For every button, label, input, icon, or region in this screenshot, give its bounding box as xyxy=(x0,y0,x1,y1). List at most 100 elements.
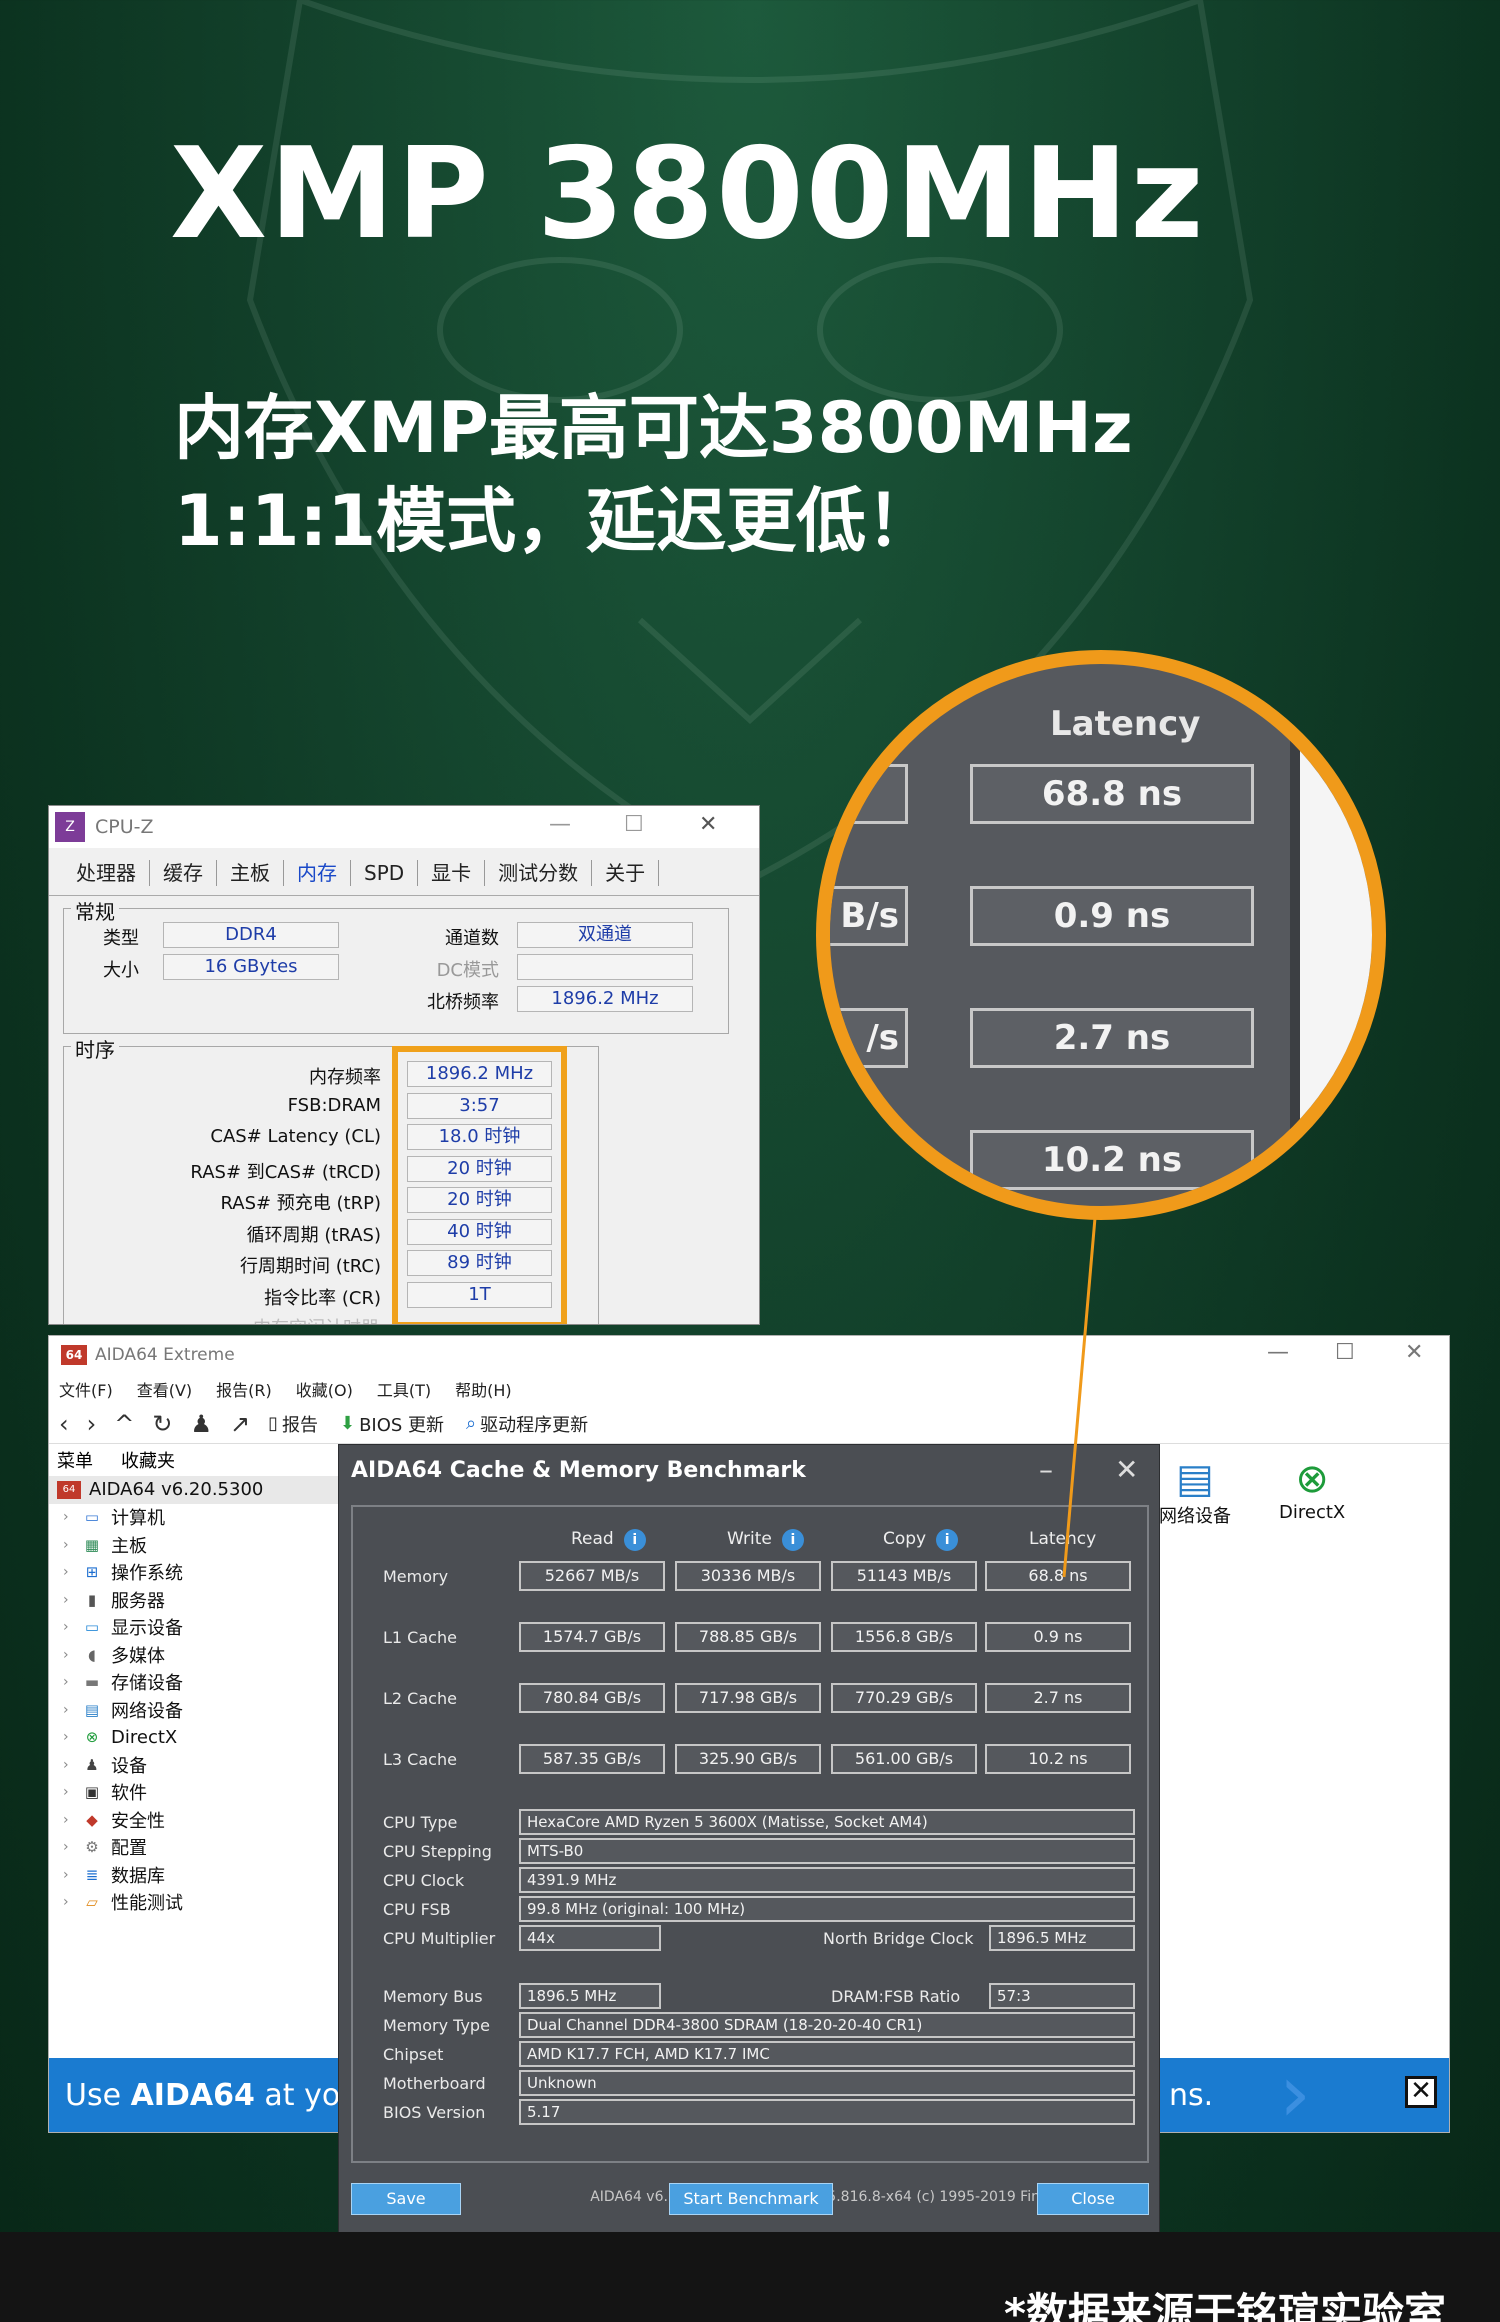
cpu-fsb-label: CPU FSB xyxy=(383,1900,451,1919)
report-label: 报告 xyxy=(281,1414,318,1436)
tree-item[interactable]: › ⚙ 配置 xyxy=(49,1834,339,1862)
save-button[interactable]: Save xyxy=(351,2183,461,2215)
chevron-right-icon[interactable]: › xyxy=(63,1894,81,1910)
chevron-right-icon[interactable]: › xyxy=(63,1674,81,1690)
chevron-right-icon[interactable]: › xyxy=(63,1592,81,1608)
cpuz-titlebar: Z CPU-Z xyxy=(49,806,759,848)
refresh-icon[interactable]: ↻ xyxy=(152,1410,172,1438)
bios-update-button[interactable]: ⬇ BIOS 更新 xyxy=(340,1411,444,1437)
sidebar-tab-favorites[interactable]: 收藏夹 xyxy=(121,1447,175,1473)
forward-icon[interactable]: › xyxy=(87,1410,97,1438)
timing-label: CAS# Latency (CL) xyxy=(210,1126,381,1147)
tree-item[interactable]: › ▦ 主板 xyxy=(49,1531,339,1559)
tab-mainboard[interactable]: 主板 xyxy=(217,860,284,886)
benchmark-dialog: AIDA64 Cache & Memory Benchmark – ✕ Read… xyxy=(338,1444,1160,2234)
subheadline-2: 1:1:1模式，延迟更低！ xyxy=(174,480,937,562)
tree-item[interactable]: › ▣ 软件 xyxy=(49,1779,339,1807)
tree-item[interactable]: › ▭ 显示设备 xyxy=(49,1614,339,1642)
tree-root[interactable]: 64 AIDA64 v6.20.5300 xyxy=(49,1476,339,1504)
chevron-right-icon[interactable]: › xyxy=(63,1647,81,1663)
banner-text-pre: Use xyxy=(65,2078,131,2113)
col-copy-label: Copy xyxy=(883,1529,927,1549)
tree-item[interactable]: › ⊗ DirectX xyxy=(49,1724,339,1752)
tree-item[interactable]: › ◆ 安全性 xyxy=(49,1806,339,1834)
timing-label: RAS# 到CAS# (tRCD) xyxy=(190,1161,381,1183)
tree-item[interactable]: › ▤ 网络设备 xyxy=(49,1696,339,1724)
chevron-right-icon[interactable]: › xyxy=(63,1564,81,1580)
chevron-right-icon[interactable]: › xyxy=(63,1537,81,1553)
driver-update-button[interactable]: ⌕ 驱动程序更新 xyxy=(466,1411,588,1437)
maximize-icon[interactable]: ☐ xyxy=(624,812,644,837)
menu-favorites[interactable]: 收藏(O) xyxy=(296,1377,353,1401)
aida-close-icon[interactable]: ✕ xyxy=(1405,1340,1423,1365)
menu-file[interactable]: 文件(F) xyxy=(59,1377,113,1401)
chevron-right-icon[interactable]: › xyxy=(63,1757,81,1773)
banner-close-icon[interactable]: ✕ xyxy=(1405,2076,1437,2108)
tree-item[interactable]: › ≣ 数据库 xyxy=(49,1861,339,1889)
banner-arrow-icon: › xyxy=(1279,2047,1311,2133)
tab-about[interactable]: 关于 xyxy=(592,860,660,886)
tab-memory[interactable]: 内存 xyxy=(284,860,351,886)
bios-value: 5.17 xyxy=(519,2099,1135,2125)
chevron-right-icon[interactable]: › xyxy=(63,1509,81,1525)
bench-close-icon[interactable]: ✕ xyxy=(1115,1453,1138,1486)
device-icon: ♟ xyxy=(85,1755,99,1774)
bench-row-label: Memory xyxy=(383,1567,449,1586)
tree-root-label: AIDA64 v6.20.5300 xyxy=(89,1479,264,1501)
tree-item[interactable]: › ▭ 计算机 xyxy=(49,1504,339,1532)
tree-item[interactable]: › ♟ 设备 xyxy=(49,1751,339,1779)
network-device-shortcut[interactable]: ▤ 网络设备 xyxy=(1159,1456,1231,1528)
tree-item[interactable]: › ▬ 存储设备 xyxy=(49,1669,339,1697)
sidebar-tab-menu[interactable]: 菜单 xyxy=(57,1447,93,1473)
tree-item[interactable]: › ⊞ 操作系统 xyxy=(49,1559,339,1587)
config-icon: ⚙ xyxy=(85,1838,99,1857)
tab-bench[interactable]: 测试分数 xyxy=(485,860,593,886)
aida-maximize-icon[interactable]: ☐ xyxy=(1335,1340,1355,1365)
mem-bus-value: 1896.5 MHz xyxy=(519,1983,661,2009)
info-icon[interactable]: i xyxy=(623,1529,646,1551)
directx-shortcut[interactable]: ⊗ DirectX xyxy=(1279,1456,1345,1523)
chevron-right-icon[interactable]: › xyxy=(63,1784,81,1800)
tab-spd[interactable]: SPD xyxy=(351,860,419,886)
bench-minimize-icon[interactable]: – xyxy=(1039,1453,1053,1486)
chevron-right-icon[interactable]: › xyxy=(63,1729,81,1745)
bench-value: 68.8 ns xyxy=(985,1561,1131,1591)
close-icon[interactable]: ✕ xyxy=(699,812,717,837)
chart-icon[interactable]: ↗ xyxy=(230,1410,250,1438)
start-benchmark-button[interactable]: Start Benchmark xyxy=(669,2183,833,2215)
timing-highlight-box xyxy=(392,1046,567,1324)
aida-minimize-icon[interactable]: — xyxy=(1267,1340,1289,1365)
report-button[interactable]: ▯ 报告 xyxy=(268,1411,318,1437)
tree-item[interactable]: › ◖ 多媒体 xyxy=(49,1641,339,1669)
chevron-right-icon[interactable]: › xyxy=(63,1702,81,1718)
chevron-right-icon[interactable]: › xyxy=(63,1839,81,1855)
menu-help[interactable]: 帮助(H) xyxy=(455,1377,512,1401)
tab-graphics[interactable]: 显卡 xyxy=(418,860,486,886)
menu-view[interactable]: 查看(V) xyxy=(137,1377,192,1401)
magnifier-partial-value xyxy=(830,1130,908,1190)
chevron-right-icon[interactable]: › xyxy=(63,1867,81,1883)
aida-sidebar: 菜单 收藏夹 64 AIDA64 v6.20.5300 › ▭ 计算机 › ▦ 主板 › ⊞ 操作… xyxy=(49,1444,339,2044)
back-icon[interactable]: ‹ xyxy=(59,1410,69,1438)
bench-value: 770.29 GB/s xyxy=(831,1683,977,1713)
info-icon[interactable]: i xyxy=(936,1529,959,1551)
tree-item[interactable]: › ▮ 服务器 xyxy=(49,1586,339,1614)
up-icon[interactable]: ^ xyxy=(114,1410,134,1438)
tree-item[interactable]: › ▱ 性能测试 xyxy=(49,1889,339,1917)
col-read-label: Read xyxy=(571,1529,614,1549)
timing-group-label: 时序 xyxy=(71,1034,119,1063)
timing-label: 行周期时间 (tRC) xyxy=(239,1256,381,1277)
chevron-right-icon[interactable]: › xyxy=(63,1812,81,1828)
menu-report[interactable]: 报告(R) xyxy=(216,1377,272,1401)
magnifier-latency-value: 2.7 ns xyxy=(970,1008,1254,1068)
minimize-icon[interactable]: — xyxy=(549,812,571,837)
chevron-right-icon[interactable]: › xyxy=(63,1619,81,1635)
tab-cache[interactable]: 缓存 xyxy=(150,860,217,886)
tab-processor[interactable]: 处理器 xyxy=(63,860,150,886)
user-icon[interactable]: ♟ xyxy=(190,1410,212,1438)
timing-label: FSB:DRAM xyxy=(287,1094,381,1116)
magnifier-latency-value: 0.9 ns xyxy=(970,886,1254,946)
info-icon[interactable]: i xyxy=(781,1529,804,1551)
menu-tools[interactable]: 工具(T) xyxy=(377,1377,431,1401)
close-button[interactable]: Close xyxy=(1037,2183,1149,2215)
